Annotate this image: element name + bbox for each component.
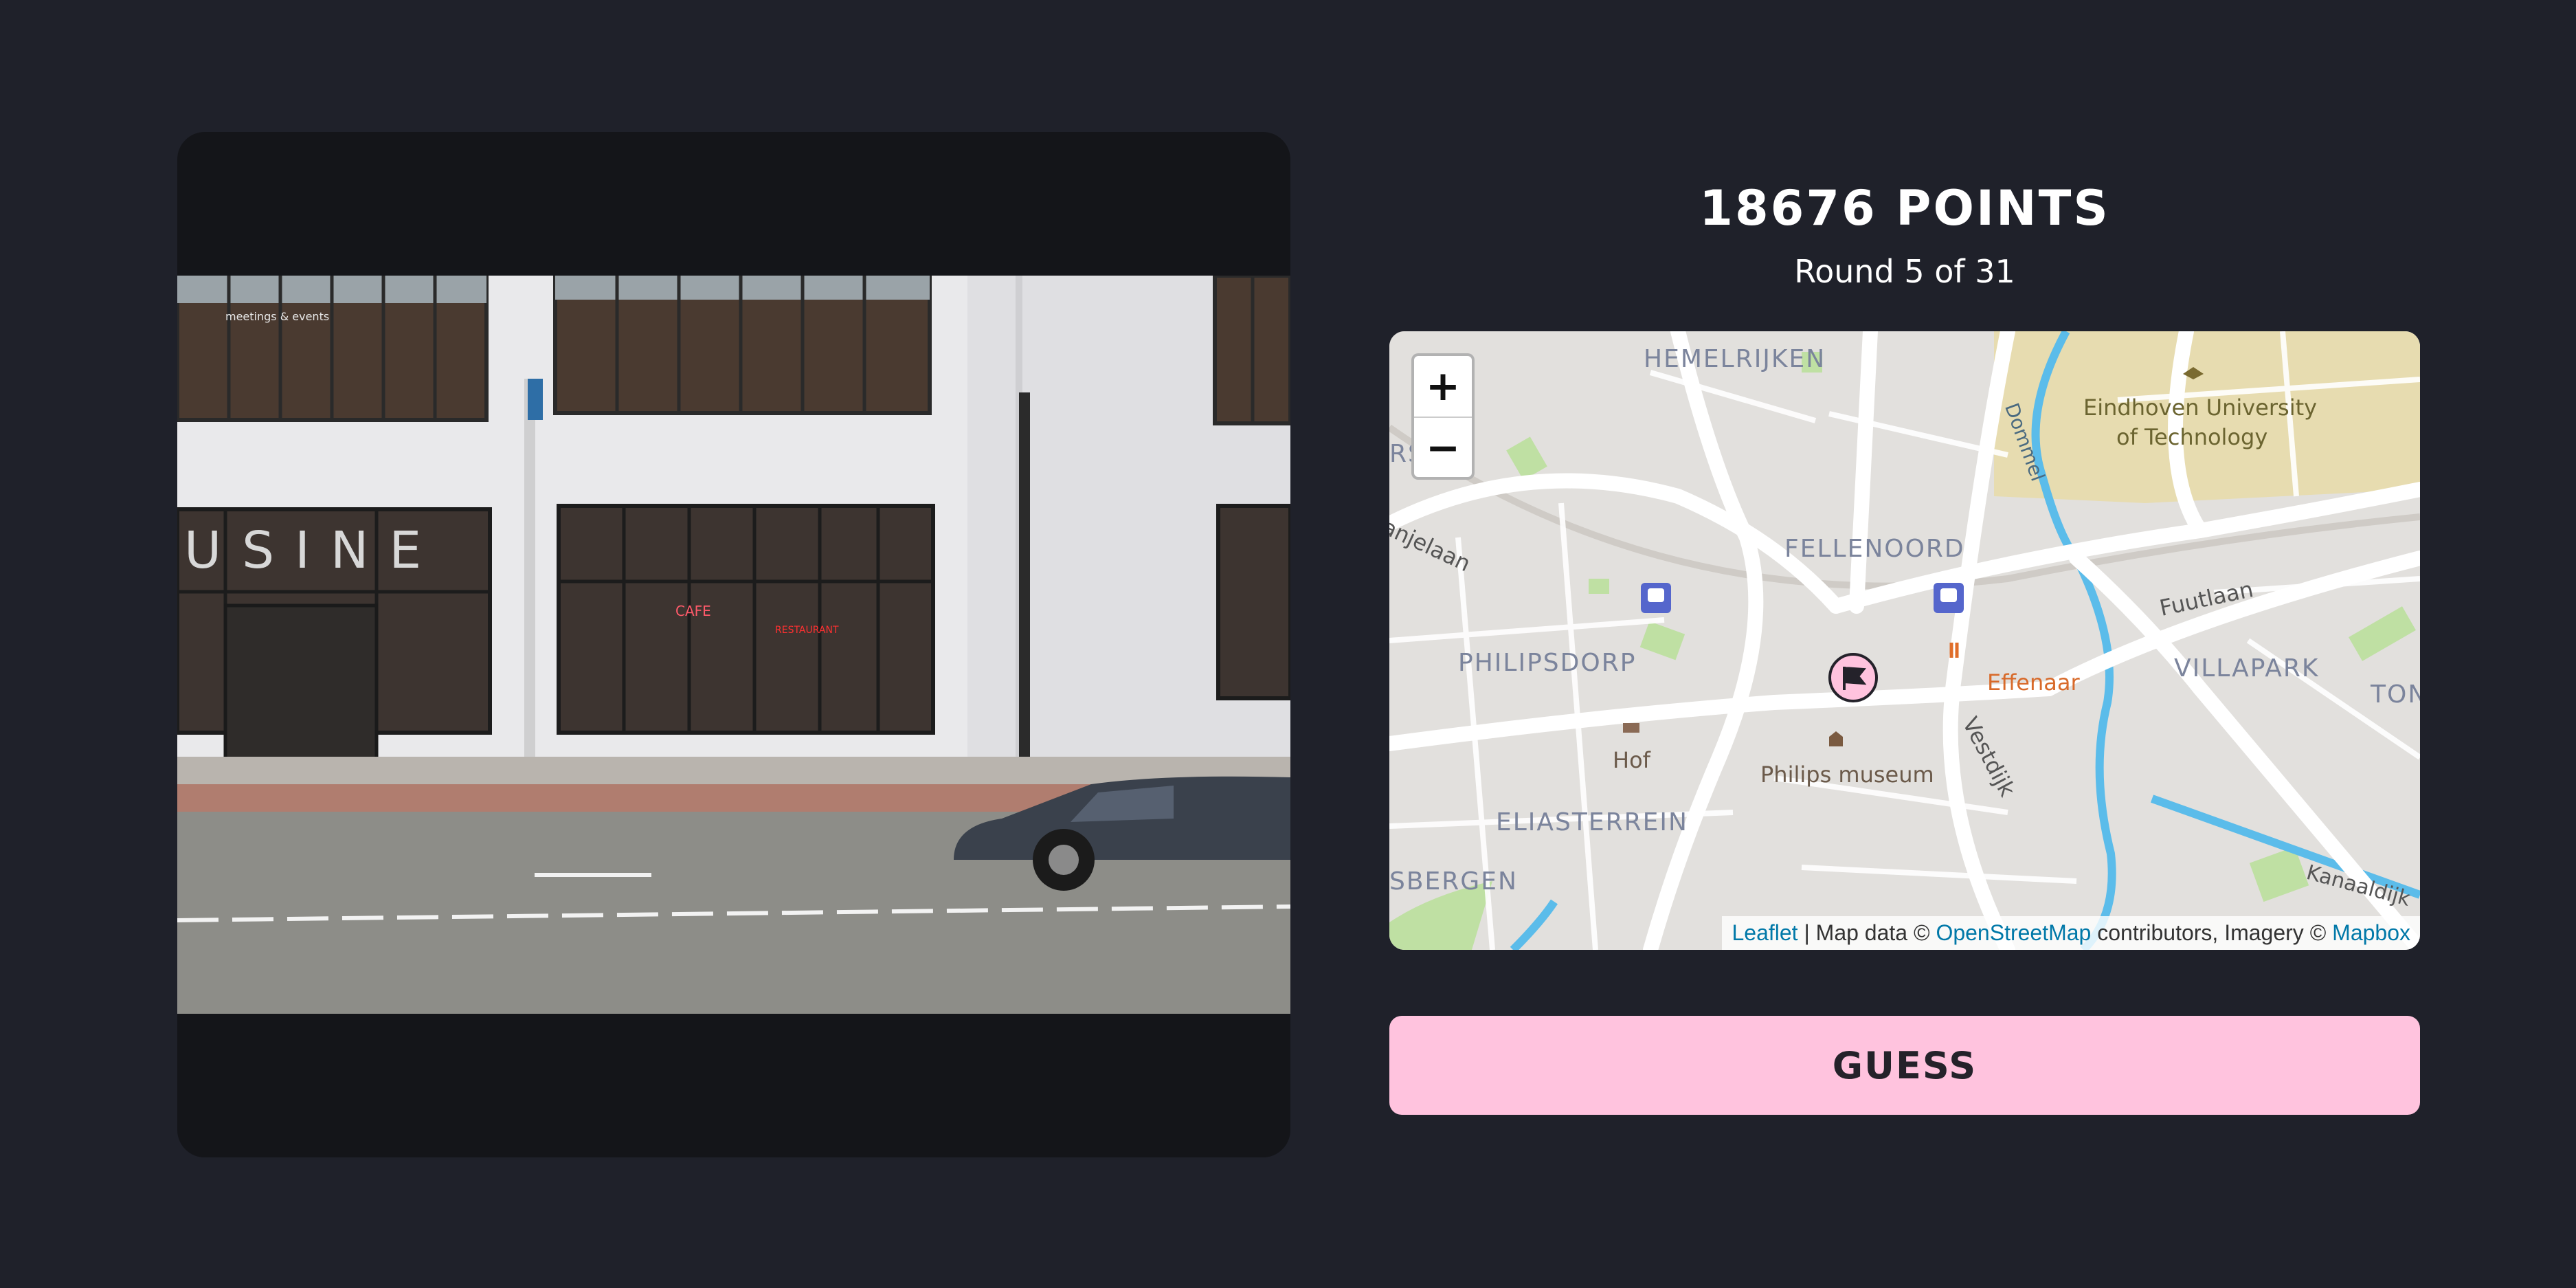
guess-marker-flag-icon[interactable] <box>1828 653 1878 702</box>
map-label-sbergen: SBERGEN <box>1389 867 1518 896</box>
points-total: 18676 POINTS <box>1699 180 2110 236</box>
attribution-text-1: | Map data © <box>1797 920 1936 945</box>
openstreetmap-link[interactable]: OpenStreetMap <box>1936 920 2091 945</box>
map-label-philipsdorp: PHILIPSDORP <box>1458 649 1637 677</box>
map-attribution: Leaflet | Map data © OpenStreetMap contr… <box>1722 916 2420 950</box>
hotel-icon <box>1623 723 1639 733</box>
map-label-university: Eindhoven University <box>2083 395 2318 421</box>
zoom-control: + − <box>1411 353 1475 480</box>
map-label-eliasterrein: ELIASTERREIN <box>1496 808 1688 836</box>
map-label-university-2: of Technology <box>2116 424 2268 450</box>
attribution-text-2: contributors, Imagery © <box>2091 920 2333 945</box>
meetings-sign: meetings & events <box>225 310 329 323</box>
street-scene-illustration: CAFE RESTAURANT meetings & events USINE <box>177 276 1290 1014</box>
restaurant-neon-sign: RESTAURANT <box>775 625 839 636</box>
map-label-villapark: VILLAPARK <box>2174 654 2320 682</box>
guess-button[interactable]: GUESS <box>1389 1016 2420 1115</box>
map-label-hemelrijken: HEMELRIJKEN <box>1644 345 1826 373</box>
zoom-in-button[interactable]: + <box>1414 356 1472 418</box>
map-label-effenaar: Effenaar <box>1987 669 2080 696</box>
mapbox-link[interactable]: Mapbox <box>2332 920 2410 945</box>
map-label-fellenoord: FELLENOORD <box>1784 535 1965 563</box>
map-label-ton: TON <box>2371 680 2420 709</box>
train-station-icon <box>1641 583 1671 613</box>
map-label-hof: Hof <box>1613 747 1650 773</box>
map-label-philips-museum: Philips museum <box>1760 762 1934 788</box>
round-counter: Round 5 of 31 <box>1794 253 2015 290</box>
cafe-neon-sign: CAFE <box>675 603 711 619</box>
street-view-photo: CAFE RESTAURANT meetings & events USINE <box>177 276 1290 1014</box>
guess-map[interactable]: HEMELRIJKEN Eindhoven University of Tech… <box>1389 331 2420 950</box>
zoom-out-button[interactable]: − <box>1414 418 1472 477</box>
leaflet-link[interactable]: Leaflet <box>1732 920 1797 945</box>
usine-signage: USINE <box>184 521 442 580</box>
train-station-icon <box>1934 583 1964 613</box>
street-view-card: CAFE RESTAURANT meetings & events USINE <box>177 132 1290 1157</box>
